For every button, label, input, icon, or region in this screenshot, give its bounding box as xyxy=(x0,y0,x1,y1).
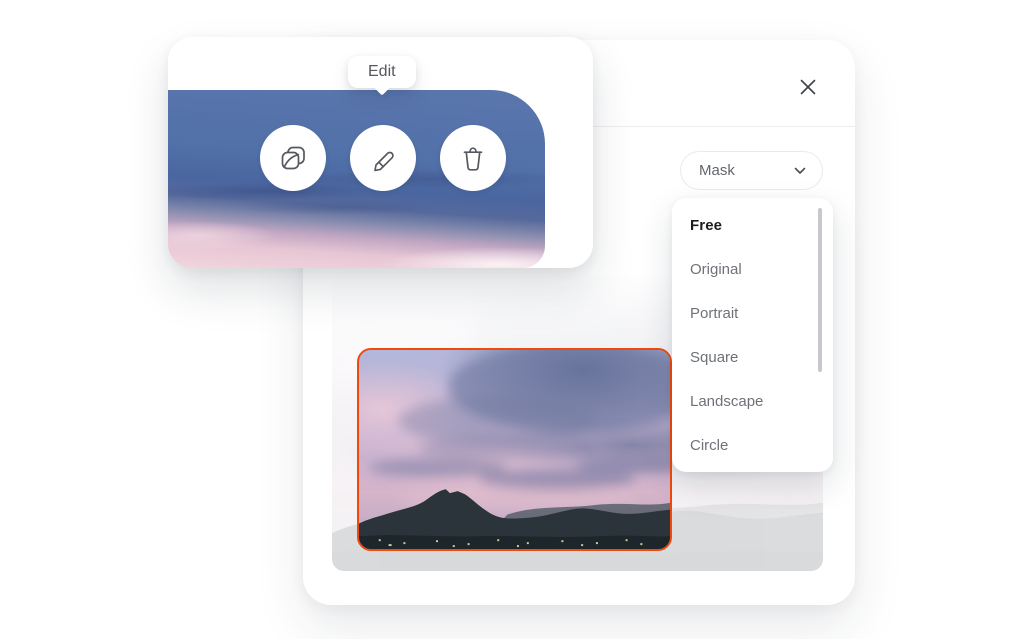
menu-item-original[interactable]: Original xyxy=(672,247,833,291)
menu-item-portrait[interactable]: Portrait xyxy=(672,291,833,335)
mask-crop-region[interactable] xyxy=(357,348,672,551)
delete-image-button[interactable] xyxy=(440,125,506,191)
replace-image-button[interactable] xyxy=(260,125,326,191)
mask-dropdown-button[interactable]: Mask xyxy=(680,151,823,190)
edit-tooltip: Edit xyxy=(348,56,416,88)
replace-image-icon xyxy=(277,142,309,174)
image-block-card: Edit xyxy=(168,37,593,268)
close-button[interactable] xyxy=(790,69,826,105)
edit-image-button[interactable] xyxy=(350,125,416,191)
trash-icon xyxy=(457,142,489,174)
mountain-scene-graphic xyxy=(359,350,670,549)
chevron-down-icon xyxy=(794,167,806,175)
menu-item-free[interactable]: Free xyxy=(672,203,833,247)
pencil-icon xyxy=(367,142,399,174)
menu-item-circle[interactable]: Circle xyxy=(672,423,833,467)
menu-item-landscape[interactable]: Landscape xyxy=(672,379,833,423)
crop-image-preview xyxy=(359,350,670,549)
mask-options-menu: Free Original Portrait Square Landscape … xyxy=(672,198,833,472)
mask-dropdown-label: Mask xyxy=(699,162,794,179)
menu-scrollbar-thumb[interactable] xyxy=(818,208,822,372)
close-icon xyxy=(800,79,816,95)
page: Mask xyxy=(0,0,1024,639)
menu-item-square[interactable]: Square xyxy=(672,335,833,379)
